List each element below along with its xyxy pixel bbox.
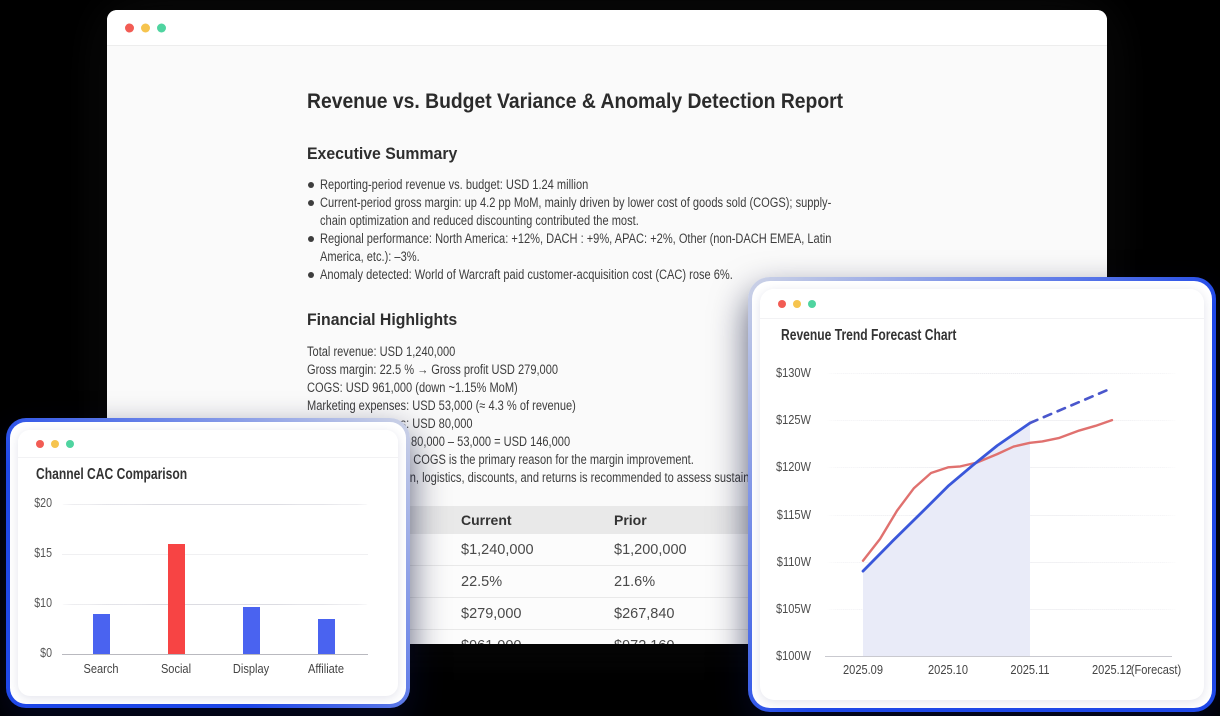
cac-category-label: Affiliate bbox=[307, 661, 345, 676]
cac-y-tick-label: $10 bbox=[34, 596, 52, 610]
cac-window: Channel CAC Comparison $20 $15 $10 $0 Search… bbox=[18, 430, 398, 696]
cac-category-label: Social bbox=[160, 661, 192, 676]
exec-bullet-line: Current-period gross margin: up 4.2 pp M… bbox=[320, 195, 832, 210]
financial-highlights-heading: Financial Highlights bbox=[307, 310, 458, 329]
forecast-area-fill bbox=[863, 422, 1030, 656]
forecast-chart: $130W $125W $120W $115W $110W $105W $100W 2025.… bbox=[760, 289, 1204, 700]
exec-bullet-line: America, etc.): –3%. bbox=[320, 249, 420, 264]
forecast-plot-svg bbox=[861, 386, 1114, 656]
financial-line: Marketing expenses: USD 53,000 (≈ 4.3 % … bbox=[307, 398, 576, 413]
report-title: Revenue vs. Budget Variance & Anomaly De… bbox=[307, 90, 844, 113]
cac-gridline bbox=[62, 604, 368, 605]
cac-bar bbox=[167, 544, 185, 654]
forecast-window: Revenue Trend Forecast Chart $130W $125W $… bbox=[760, 289, 1204, 700]
forecast-series-forecast-extension bbox=[1028, 386, 1114, 425]
cac-bar bbox=[242, 606, 260, 654]
financial-line: COGS: USD 961,000 (down ~1.15% MoM) bbox=[307, 380, 518, 395]
exec-bullet-line: chain optimization and reduced discounti… bbox=[320, 213, 639, 228]
close-button[interactable] bbox=[125, 23, 134, 32]
forecast-x-tick-label: 2025.11 bbox=[1010, 662, 1050, 677]
exec-bullet-line: Anomaly detected: World of Warcraft paid… bbox=[320, 267, 733, 282]
table-cell: $279,000 bbox=[461, 605, 522, 622]
cac-y-tick-label: $20 bbox=[34, 496, 52, 510]
exec-summary-heading: Executive Summary bbox=[307, 144, 458, 163]
table-cell: $961,000 bbox=[447, 638, 600, 645]
cac-bar bbox=[317, 619, 335, 654]
financial-line: Gross margin: 22.5 % → Gross profit USD … bbox=[307, 362, 559, 377]
table-cell: $1,240,000 bbox=[461, 541, 534, 558]
bullet-icon bbox=[308, 272, 314, 278]
cac-gridline bbox=[62, 504, 368, 505]
table-cell: 22.5% bbox=[461, 573, 503, 590]
exec-bullet-line: Reporting-period revenue vs. budget: USD… bbox=[320, 177, 589, 192]
cac-window-frame: Channel CAC Comparison $20 $15 $10 $0 Search… bbox=[6, 418, 410, 708]
financial-line: Total revenue: USD 1,240,000 bbox=[307, 344, 456, 359]
forecast-x-suffix-label: (Forecast) bbox=[1130, 662, 1182, 677]
cac-gridline bbox=[62, 554, 368, 555]
cac-y-tick-label: $0 bbox=[40, 646, 52, 660]
forecast-x-tick-label: 2025.10 bbox=[928, 662, 968, 677]
cac-bar bbox=[92, 614, 110, 654]
bullet-icon bbox=[308, 200, 314, 206]
bullet-icon bbox=[308, 182, 314, 188]
table-header-cell: Current bbox=[461, 511, 512, 528]
forecast-window-frame: Revenue Trend Forecast Chart $130W $125W $… bbox=[748, 277, 1216, 712]
bullet-icon bbox=[308, 236, 314, 242]
cac-x-axis bbox=[62, 654, 368, 655]
report-titlebar[interactable] bbox=[107, 10, 1107, 46]
cac-y-tick-label: $15 bbox=[34, 546, 52, 560]
forecast-x-tick-label: 2025.09 bbox=[843, 662, 883, 677]
exec-bullet-line: Regional performance: North America: +12… bbox=[320, 231, 832, 246]
minimize-button[interactable] bbox=[141, 23, 150, 32]
maximize-button[interactable] bbox=[157, 23, 166, 32]
cac-chart: $20 $15 $10 $0 Search Social Display Affiliate bbox=[18, 430, 398, 696]
cac-category-label: Search bbox=[83, 661, 119, 676]
cac-category-label: Display bbox=[232, 661, 270, 676]
